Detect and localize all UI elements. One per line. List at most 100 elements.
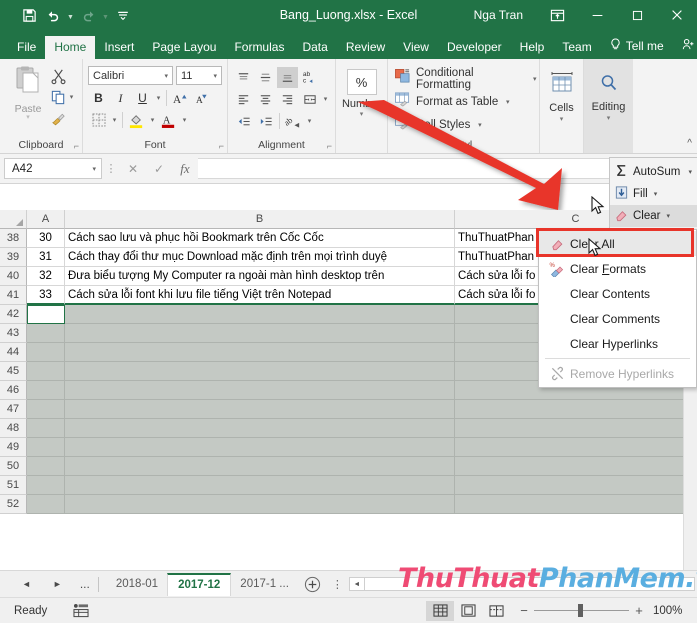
- increase-font-size-button[interactable]: A: [170, 88, 191, 109]
- table-row[interactable]: 49: [0, 438, 697, 457]
- font-size-input[interactable]: 11 ▾: [176, 66, 222, 85]
- cell-c[interactable]: [455, 419, 697, 438]
- undo-dropdown-caret[interactable]: ▼: [66, 4, 75, 26]
- sheet-ellipsis-left[interactable]: ...: [62, 577, 90, 591]
- menu-item-clear-comments[interactable]: Clear Comments: [539, 306, 696, 331]
- table-row[interactable]: 48: [0, 419, 697, 438]
- row-header[interactable]: 52: [0, 495, 27, 514]
- align-middle-button[interactable]: [255, 67, 276, 88]
- customize-qat-icon[interactable]: [112, 4, 134, 26]
- cell-a[interactable]: [27, 400, 65, 419]
- clear-button[interactable]: Clear ▾: [610, 205, 697, 227]
- undo-icon[interactable]: [42, 4, 64, 26]
- sheet-tab-2017-12[interactable]: 2017-12: [167, 573, 231, 596]
- cell-styles-button[interactable]: Cell Styles ▾: [394, 113, 539, 136]
- alignment-dialog-launcher-icon[interactable]: ⌐: [327, 141, 332, 151]
- tell-me-search[interactable]: Tell me: [601, 33, 673, 59]
- tab-developer[interactable]: Developer: [438, 36, 511, 59]
- row-header[interactable]: 48: [0, 419, 27, 438]
- cell-b[interactable]: [65, 362, 455, 381]
- zoom-slider[interactable]: [534, 610, 629, 611]
- row-header[interactable]: 38: [0, 229, 27, 248]
- number-format-percent-icon[interactable]: %: [347, 69, 377, 95]
- borders-dropdown-caret[interactable]: ▾: [110, 116, 119, 124]
- cell-a[interactable]: [27, 381, 65, 400]
- collapse-ribbon-icon[interactable]: ^: [687, 138, 692, 149]
- cell-b[interactable]: [65, 400, 455, 419]
- cell-a[interactable]: [27, 419, 65, 438]
- tab-review[interactable]: Review: [337, 36, 394, 59]
- row-header[interactable]: 43: [0, 324, 27, 343]
- column-header-b[interactable]: B: [65, 210, 455, 229]
- table-row[interactable]: 52: [0, 495, 697, 514]
- tab-formulas[interactable]: Formulas: [225, 36, 293, 59]
- cell-a[interactable]: 33: [27, 286, 65, 305]
- close-icon[interactable]: [657, 0, 697, 30]
- row-header[interactable]: 50: [0, 457, 27, 476]
- cell-b[interactable]: [65, 419, 455, 438]
- underline-button[interactable]: U: [132, 88, 153, 109]
- sheet-prev-icon[interactable]: ◄: [22, 579, 31, 589]
- font-name-input[interactable]: Calibri ▾: [88, 66, 173, 85]
- row-header[interactable]: 41: [0, 286, 27, 305]
- zoom-in-button[interactable]: +: [633, 603, 645, 618]
- row-header[interactable]: 45: [0, 362, 27, 381]
- clipboard-dialog-launcher-icon[interactable]: ⌐: [74, 141, 79, 151]
- format-as-table-button[interactable]: Format as Table ▾: [394, 90, 539, 113]
- copy-button[interactable]: ▾: [50, 87, 76, 107]
- row-header[interactable]: 42: [0, 305, 27, 324]
- cell-b[interactable]: [65, 476, 455, 495]
- cell-b[interactable]: Cách sao lưu và phục hồi Bookmark trên C…: [65, 229, 455, 248]
- row-header[interactable]: 40: [0, 267, 27, 286]
- fill-color-caret[interactable]: ▾: [148, 116, 157, 124]
- cell-b[interactable]: [65, 324, 455, 343]
- conditional-formatting-caret[interactable]: ▾: [530, 75, 539, 83]
- tab-home[interactable]: Home: [45, 36, 95, 59]
- redo-icon[interactable]: [77, 4, 99, 26]
- cell-b[interactable]: [65, 305, 455, 324]
- cell-a[interactable]: [27, 362, 65, 381]
- save-icon[interactable]: [18, 4, 40, 26]
- align-top-button[interactable]: [233, 67, 254, 88]
- menu-item-clear-formats[interactable]: % Clear Formats: [539, 256, 696, 281]
- ribbon-group-editing[interactable]: Editing ▾: [583, 59, 633, 153]
- normal-view-button[interactable]: [426, 601, 454, 621]
- menu-item-clear-hyperlinks[interactable]: Clear Hyperlinks: [539, 331, 696, 356]
- table-row[interactable]: 51: [0, 476, 697, 495]
- cell-b[interactable]: [65, 457, 455, 476]
- column-header-a[interactable]: A: [27, 210, 65, 229]
- autosum-button[interactable]: AutoSum ▾: [610, 161, 697, 183]
- cell-c[interactable]: [455, 400, 697, 419]
- paste-dropdown-caret[interactable]: ▾: [26, 115, 30, 121]
- cell-a[interactable]: 31: [27, 248, 65, 267]
- copy-dropdown-caret[interactable]: ▾: [67, 93, 76, 101]
- font-dialog-launcher-icon[interactable]: ⌐: [219, 141, 224, 151]
- cell-styles-caret[interactable]: ▾: [475, 121, 484, 129]
- sheet-next-icon[interactable]: ►: [53, 579, 62, 589]
- font-name-caret[interactable]: ▾: [164, 72, 170, 80]
- borders-button[interactable]: [88, 110, 109, 131]
- cell-b[interactable]: Cách thay đổi thư mục Download mặc định …: [65, 248, 455, 267]
- row-header[interactable]: 49: [0, 438, 27, 457]
- cells-dropdown-caret[interactable]: ▾: [560, 115, 564, 123]
- insert-function-icon[interactable]: fx: [172, 159, 198, 179]
- select-all-corner[interactable]: [0, 210, 27, 229]
- cell-c[interactable]: [455, 476, 697, 495]
- accessibility-checker-icon[interactable]: [73, 603, 89, 618]
- editing-dropdown-caret[interactable]: ▾: [607, 114, 611, 122]
- conditional-formatting-button[interactable]: Conditional Formatting ▾: [394, 67, 539, 90]
- autosum-caret[interactable]: ▾: [688, 168, 697, 176]
- page-layout-view-button[interactable]: [454, 601, 482, 621]
- menu-item-clear-contents[interactable]: Clear Contents: [539, 281, 696, 306]
- cell-b[interactable]: Đưa biểu tượng My Computer ra ngoài màn …: [65, 267, 455, 286]
- cell-a[interactable]: [27, 438, 65, 457]
- zoom-level-label[interactable]: 100%: [653, 605, 687, 617]
- row-header[interactable]: 44: [0, 343, 27, 362]
- cell-b[interactable]: [65, 438, 455, 457]
- cell-b[interactable]: Cách sửa lỗi font khi lưu file tiếng Việ…: [65, 286, 455, 305]
- zoom-control[interactable]: − +: [518, 603, 645, 618]
- row-header[interactable]: 46: [0, 381, 27, 400]
- sheet-tab-2018-01[interactable]: 2018-01: [107, 574, 167, 594]
- cell-b[interactable]: [65, 495, 455, 514]
- font-color-caret[interactable]: ▾: [180, 116, 189, 124]
